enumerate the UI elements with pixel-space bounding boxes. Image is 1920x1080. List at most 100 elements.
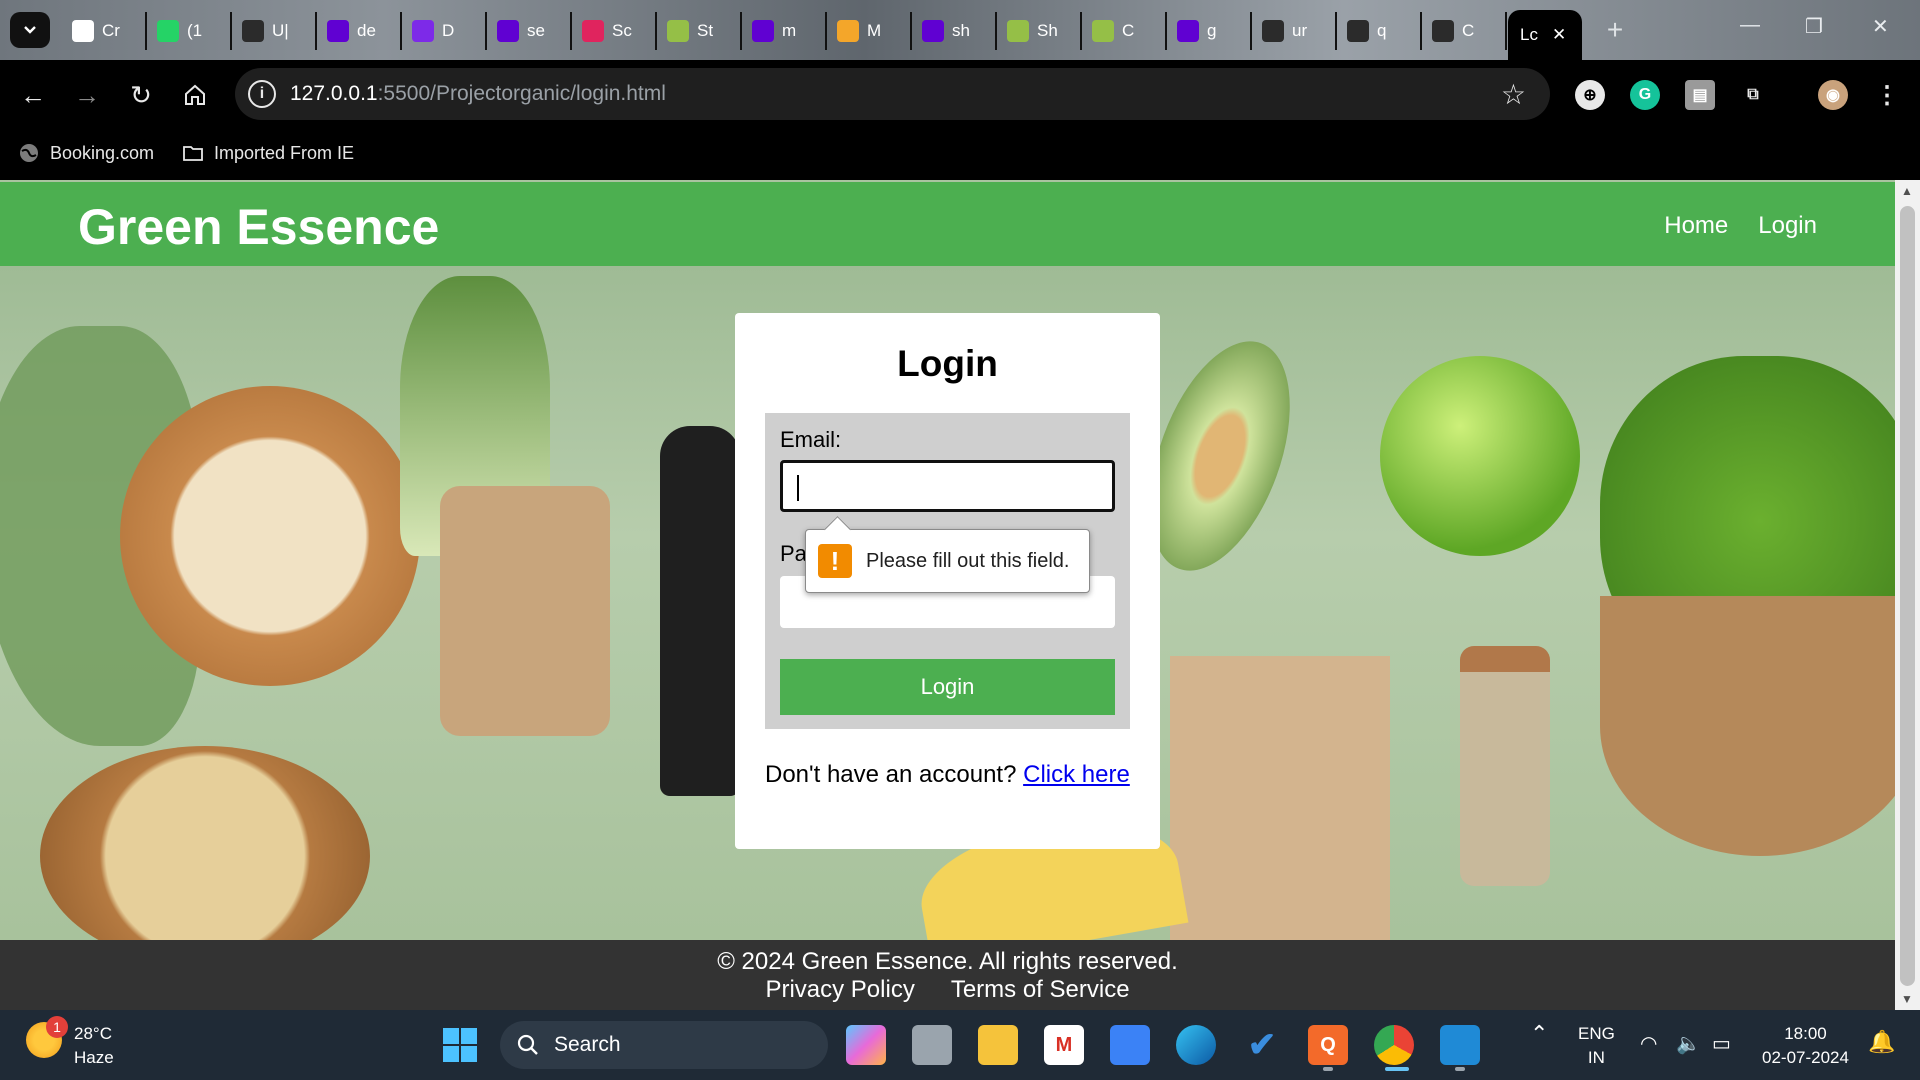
url-path: :5500/Projectorganic/login.html xyxy=(377,82,666,105)
privacy-policy-link[interactable]: Privacy Policy xyxy=(765,976,914,1004)
password-label: Pa xyxy=(780,541,807,566)
browser-tab[interactable]: de xyxy=(317,12,402,50)
tray-chevron-up-icon[interactable]: ⌃ xyxy=(1530,1022,1548,1046)
battery-icon[interactable]: ▭ xyxy=(1712,1032,1731,1056)
home-icon[interactable] xyxy=(178,78,212,112)
text-caret xyxy=(797,475,799,501)
browser-tab[interactable]: m xyxy=(742,12,827,50)
browser-tab[interactable]: St xyxy=(657,12,742,50)
weather-haze-icon: 1 xyxy=(26,1016,68,1058)
whatsapp-icon xyxy=(157,20,179,42)
scroll-down-icon[interactable]: ▼ xyxy=(1901,992,1913,1006)
signup-link[interactable]: Click here xyxy=(1023,761,1130,788)
bookmark-star-icon[interactable]: ☆ xyxy=(1501,78,1526,111)
minimize-icon[interactable]: — xyxy=(1740,14,1760,37)
bookmark-booking[interactable]: Booking.com xyxy=(18,142,154,164)
profile-avatar[interactable]: ◉ xyxy=(1818,80,1848,110)
signup-prompt: Don't have an account? Click here xyxy=(765,761,1130,789)
todo-icon[interactable]: ✔ xyxy=(1242,1025,1282,1065)
nav-login-link[interactable]: Login xyxy=(1758,212,1817,240)
tab-title: (1 xyxy=(187,21,203,40)
calendar-icon[interactable] xyxy=(1110,1025,1150,1065)
scroll-up-icon[interactable]: ▲ xyxy=(1901,184,1913,198)
q-app-icon[interactable]: Q xyxy=(1308,1025,1348,1065)
browser-toolbar: ← → ↻ i 127.0.0.1:5500/Projectorganic/lo… xyxy=(0,60,1920,130)
warning-icon: ! xyxy=(818,544,852,578)
site-brand[interactable]: Green Essence xyxy=(78,198,439,256)
windows-start-icon[interactable] xyxy=(440,1025,480,1065)
footer-links: Privacy Policy Terms of Service xyxy=(0,976,1895,1004)
paper-wrap-shape xyxy=(440,486,610,736)
forward-icon[interactable]: → xyxy=(70,78,104,112)
browser-tab[interactable]: g xyxy=(1167,12,1252,50)
edge-icon[interactable] xyxy=(1176,1025,1216,1065)
weather-temp: 28°C xyxy=(74,1024,112,1043)
browser-tab[interactable]: M xyxy=(827,12,912,50)
browser-tab[interactable]: q xyxy=(1337,12,1422,50)
extensions-puzzle-icon[interactable]: ⧉ xyxy=(1738,80,1768,110)
close-tab-icon[interactable]: ✕ xyxy=(1552,25,1566,45)
menu-kebab-icon[interactable]: ⋮ xyxy=(1872,80,1902,110)
volume-icon[interactable]: 🔈 xyxy=(1676,1032,1701,1056)
browser-tab[interactable]: C xyxy=(1422,12,1507,50)
clock[interactable]: 18:00 02-07-2024 xyxy=(1762,1022,1849,1070)
chrome-icon[interactable] xyxy=(1374,1025,1414,1065)
extension-icon[interactable]: ⊕ xyxy=(1575,80,1605,110)
bookmark-folder-imported[interactable]: Imported From IE xyxy=(182,142,354,164)
search-label: Search xyxy=(554,1033,621,1056)
back-icon[interactable]: ← xyxy=(16,78,50,112)
figma-icon xyxy=(837,20,859,42)
task-view-icon[interactable] xyxy=(912,1025,952,1065)
restore-icon[interactable]: ❐ xyxy=(1805,14,1823,39)
browser-tab[interactable]: Cr xyxy=(62,12,147,50)
browser-tab[interactable]: Sc xyxy=(572,12,657,50)
bookmarks-bar: Booking.com Imported From IE xyxy=(0,130,1920,180)
file-explorer-icon[interactable] xyxy=(978,1025,1018,1065)
tab-title: Cr xyxy=(102,21,120,40)
vscode-icon[interactable] xyxy=(1440,1025,1480,1065)
terms-link[interactable]: Terms of Service xyxy=(951,976,1130,1004)
github-icon xyxy=(1432,20,1454,42)
site-header: Green Essence Home Login xyxy=(0,182,1895,266)
browser-tab[interactable]: C xyxy=(1082,12,1167,50)
copilot-icon[interactable] xyxy=(846,1025,886,1065)
reload-icon[interactable]: ↻ xyxy=(124,78,158,112)
wifi-icon[interactable]: ◠ xyxy=(1640,1032,1657,1056)
language-indicator[interactable]: ENG IN xyxy=(1578,1022,1615,1070)
yahoo-icon xyxy=(497,20,519,42)
browser-tab[interactable]: se xyxy=(487,12,572,50)
tab-search-button[interactable] xyxy=(10,12,50,48)
signup-text: Don't have an account? xyxy=(765,761,1017,788)
notification-bell-icon[interactable]: 🔔 xyxy=(1868,1030,1895,1054)
browser-tab[interactable]: sh xyxy=(912,12,997,50)
browser-tab[interactable]: (1 xyxy=(147,12,232,50)
browser-tab[interactable]: Sh xyxy=(997,12,1082,50)
browser-tab[interactable]: U| xyxy=(232,12,317,50)
tab-title: M xyxy=(867,21,882,40)
nav-home-link[interactable]: Home xyxy=(1664,212,1728,240)
site-info-icon[interactable]: i xyxy=(248,80,276,108)
browser-tab[interactable]: ur xyxy=(1252,12,1337,50)
login-button[interactable]: Login xyxy=(780,659,1115,715)
page-scrollbar[interactable]: ▲ ▼ xyxy=(1895,180,1920,1010)
email-input[interactable] xyxy=(780,460,1115,512)
grammarly-icon[interactable]: G xyxy=(1630,80,1660,110)
weather-widget[interactable]: 1 28°C Haze xyxy=(26,1016,114,1070)
scrollbar-thumb[interactable] xyxy=(1900,206,1915,986)
github-icon xyxy=(1347,20,1369,42)
reading-mode-icon[interactable]: ▤ xyxy=(1685,80,1715,110)
folder-icon xyxy=(183,146,203,161)
gmail-icon[interactable]: M xyxy=(1044,1025,1084,1065)
github-icon xyxy=(1262,20,1284,42)
yahoo-icon xyxy=(922,20,944,42)
browser-tab[interactable]: D xyxy=(402,12,487,50)
new-tab-button[interactable]: + xyxy=(1600,16,1630,46)
site-nav: Home Login xyxy=(1664,212,1817,240)
url-text[interactable]: 127.0.0.1:5500/Projectorganic/login.html xyxy=(290,82,666,106)
taskbar-search[interactable]: Search xyxy=(500,1021,828,1069)
bookmark-label: Imported From IE xyxy=(214,142,355,163)
close-window-icon[interactable]: ✕ xyxy=(1872,14,1889,39)
active-tab[interactable]: Lc ✕ xyxy=(1508,10,1582,60)
browser-tab-strip: Cr (1 U| de Dse Sc St m Msh Sh Cg ur q C Lc ✕ + — ❐ ✕ xyxy=(0,0,1920,60)
address-bar[interactable]: i 127.0.0.1:5500/Projectorganic/login.ht… xyxy=(235,68,1550,120)
